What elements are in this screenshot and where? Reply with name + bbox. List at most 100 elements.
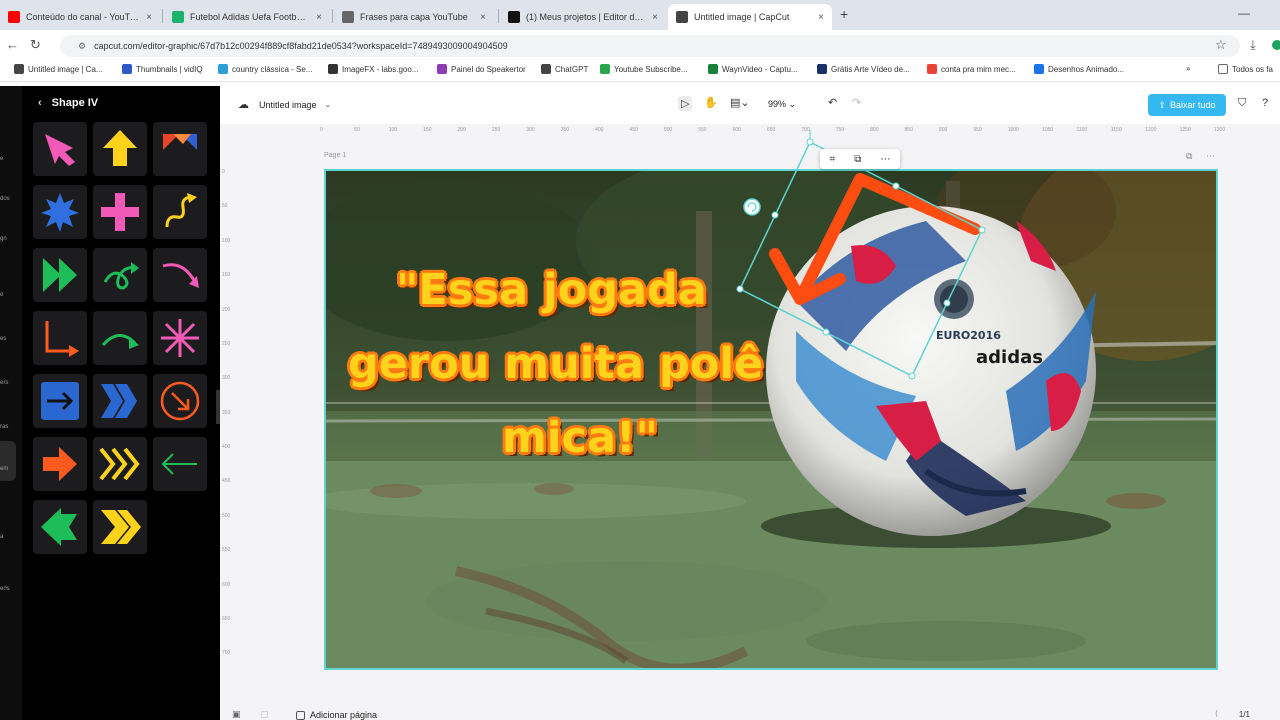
bookmark-item[interactable]: Painel do Speakertor <box>437 64 526 74</box>
download-icon[interactable]: ⤓ <box>1250 37 1256 53</box>
star-icon[interactable]: ☆ <box>1215 37 1227 53</box>
shape-tile[interactable] <box>153 311 207 365</box>
bookmark-item[interactable]: ImageFX - labs.goo... <box>328 64 418 74</box>
more-options-icon[interactable]: ⋯ <box>880 154 890 165</box>
shape-tile[interactable] <box>93 122 147 176</box>
select-tool-icon[interactable]: ▷ <box>678 96 693 111</box>
headline-line-3[interactable]: mica!" <box>502 413 658 463</box>
redo-icon[interactable]: ↷ <box>852 96 861 109</box>
close-icon[interactable]: × <box>480 12 486 23</box>
shape-tile[interactable] <box>33 311 87 365</box>
panel-header[interactable]: ‹ Shape IV <box>38 97 98 109</box>
rail-item-label[interactable]: dos <box>0 196 22 202</box>
profile-avatar[interactable] <box>1272 40 1280 50</box>
zoom-value: 99% <box>768 99 787 109</box>
shape-tile[interactable] <box>93 500 147 554</box>
close-icon[interactable]: × <box>146 12 152 23</box>
shape-tile[interactable] <box>93 437 147 491</box>
browser-tab[interactable]: Untitled image | CapCut × <box>668 4 832 30</box>
browser-tab[interactable]: (1) Meus projetos | Editor de v × <box>500 4 666 30</box>
headline-text-2: gerou muita polê <box>348 339 764 389</box>
bookmark-item[interactable]: WaynVideo - Captu... <box>708 64 798 74</box>
browser-tab[interactable]: Conteúdo do canal - YouTube S × <box>0 4 160 30</box>
headline-line-1[interactable]: "Essa jogada <box>396 265 707 315</box>
rail-item-label[interactable]: a <box>0 534 22 540</box>
pages-icon[interactable]: ▣ <box>232 709 241 720</box>
rail-item-label[interactable]: ens <box>0 586 22 592</box>
rail-item-label[interactable]: em <box>0 466 22 472</box>
rail-item-label[interactable]: gn <box>0 236 22 242</box>
bookmarks-more-icon[interactable]: » <box>1186 64 1190 73</box>
ruler-tick-label: 400 <box>595 127 604 133</box>
layout-icon[interactable]: ▤⌄ <box>730 96 750 109</box>
shape-tile[interactable] <box>33 437 87 491</box>
shield-icon[interactable]: ⛉ <box>1238 97 1246 110</box>
headline-text-1: "Essa jogada <box>396 265 707 315</box>
shape-tile[interactable] <box>93 374 147 428</box>
bookmark-favicon-icon <box>1034 64 1044 74</box>
canvas-area[interactable]: 0 50 100 150 200 250 300 350 400 450 500 550 600 650 7… <box>220 124 1280 720</box>
page-more-icon[interactable]: ⋯ <box>1206 151 1215 162</box>
shape-tile[interactable] <box>33 122 87 176</box>
shape-tile[interactable] <box>153 122 207 176</box>
url-field[interactable]: ⚙ capcut.com/editor-graphic/67d7b12c0029… <box>60 35 1240 57</box>
shape-tile[interactable] <box>153 374 207 428</box>
bookmark-item[interactable]: ChatGPT <box>541 64 588 74</box>
document-title-menu[interactable]: ☁ Untitled image ⌄ <box>238 98 331 111</box>
shape-tile[interactable] <box>93 185 147 239</box>
shape-tile[interactable] <box>33 500 87 554</box>
soccer-photo-image[interactable]: EURO2016 adidas "Essa jogada gerou muita… <box>324 169 1218 670</box>
add-page-button[interactable]: Adicionar página <box>296 710 377 720</box>
shape-tile[interactable] <box>153 248 207 302</box>
reload-icon[interactable]: ↻ <box>30 37 41 53</box>
minimize-icon[interactable]: — <box>1238 6 1250 20</box>
shape-tile[interactable] <box>33 185 87 239</box>
shape-tile[interactable] <box>33 248 87 302</box>
close-icon[interactable]: × <box>652 12 658 23</box>
close-icon[interactable]: × <box>818 12 824 23</box>
starburst-blue-icon <box>41 193 79 232</box>
bookmark-item[interactable]: country clássica - Se... <box>218 64 312 74</box>
chevron-left-icon[interactable]: ‹ <box>38 97 42 109</box>
shape-tile[interactable] <box>93 248 147 302</box>
crop-icon[interactable]: ⌗ <box>830 154 836 165</box>
elbow-arrow-orange-icon <box>45 321 79 357</box>
page-nav-icon[interactable]: ⟨ <box>1215 709 1218 718</box>
hand-tool-icon[interactable]: ✋ <box>704 96 718 109</box>
notes-icon[interactable]: ▢ <box>260 709 269 720</box>
ruler-tick-label: 150 <box>222 272 231 279</box>
tab-separator <box>162 9 163 23</box>
all-bookmarks[interactable]: Todos os fa <box>1218 64 1273 74</box>
back-icon[interactable]: ← <box>6 37 19 52</box>
rail-item-label[interactable]: ers <box>0 380 22 386</box>
bookmark-item[interactable]: Youtube Subscribe... <box>600 64 688 74</box>
bookmark-item[interactable]: Desenhos Animado... <box>1034 64 1124 74</box>
shape-tile[interactable] <box>33 374 87 428</box>
bookmark-item[interactable]: Thumbnails | vidIQ <box>122 64 203 74</box>
bookmark-item[interactable]: Grátis Arte Vídeo de... <box>817 64 910 74</box>
duplicate-icon[interactable]: ⧉ <box>854 154 861 165</box>
close-icon[interactable]: × <box>316 12 322 23</box>
site-info-icon[interactable]: ⚙ <box>78 41 86 52</box>
rail-item-label[interactable]: es <box>0 336 22 342</box>
copy-page-icon[interactable]: ⧉ <box>1186 151 1192 162</box>
shape-tile[interactable] <box>93 311 147 365</box>
rail-item-label[interactable]: e <box>0 156 22 162</box>
browser-tab[interactable]: Frases para capa YouTube × <box>334 4 494 30</box>
undo-icon[interactable]: ↶ <box>828 96 837 109</box>
help-icon[interactable]: ? <box>1262 97 1268 109</box>
bookmark-item[interactable]: Untitled image | Ca... <box>14 64 103 74</box>
new-tab-icon[interactable]: + <box>840 6 848 22</box>
zoom-level[interactable]: 99% ⌄ <box>768 99 796 110</box>
add-page-label: Adicionar página <box>310 710 378 720</box>
export-button[interactable]: ⇪ Baixar tudo <box>1148 94 1226 116</box>
bookmark-item[interactable]: conta pra mim mec... <box>927 64 1016 74</box>
shape-tile[interactable] <box>153 437 207 491</box>
rail-item-label[interactable]: o <box>0 292 22 298</box>
headline-line-2[interactable]: gerou muita polê <box>348 339 763 389</box>
tab-title: Frases para capa YouTube <box>360 12 468 22</box>
selection-handle[interactable] <box>806 138 814 146</box>
rail-item-label[interactable]: ras <box>0 424 22 430</box>
shape-tile[interactable] <box>153 185 207 239</box>
browser-tab[interactable]: Futebol Adidas Uefa Football · × <box>164 4 330 30</box>
